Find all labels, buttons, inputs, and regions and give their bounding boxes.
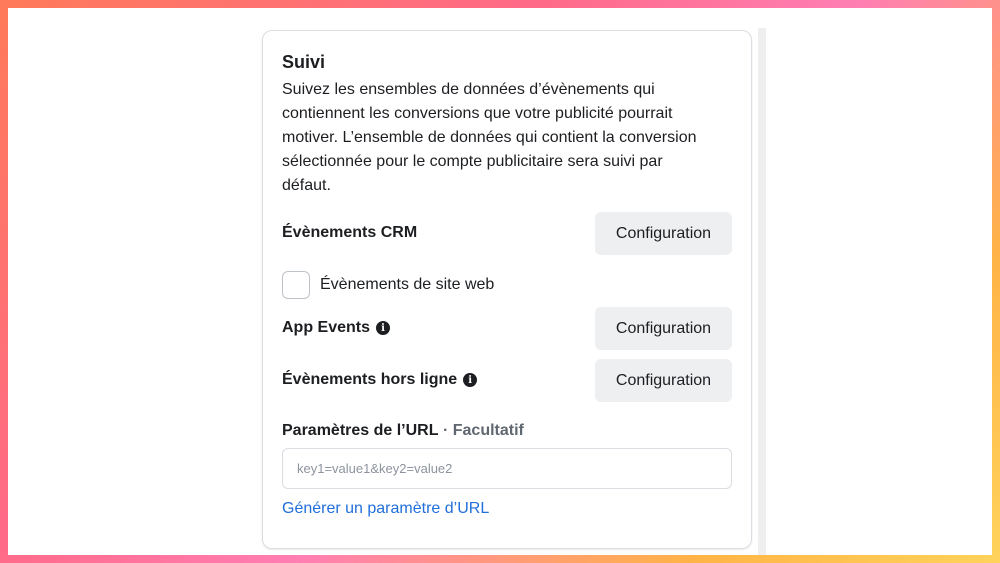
section-title: Suivi: [282, 52, 326, 72]
website-events-checkbox[interactable]: [282, 271, 310, 299]
crm-events-label-text: Évènements CRM: [282, 224, 418, 241]
app-events-label-text: App Events: [282, 319, 371, 336]
section-description: Suivez les ensembles de données d’évènem…: [282, 81, 697, 194]
generate-url-param-link[interactable]: Générer un paramètre d’URL: [282, 500, 489, 518]
page-background: Suivi Suivez les ensembles de données d’…: [8, 8, 992, 555]
offline-events-configuration-button[interactable]: Configuration: [595, 359, 732, 402]
scroll-track: [758, 28, 766, 555]
crm-configuration-button[interactable]: Configuration: [595, 212, 732, 255]
website-events-row[interactable]: Évènements de site web: [282, 271, 494, 299]
offline-events-label-text: Évènements hors ligne: [282, 371, 458, 388]
tracking-card: Suivi Suivez les ensembles de données d’…: [262, 30, 752, 549]
url-params-input[interactable]: [282, 448, 732, 489]
app-events-configuration-button[interactable]: Configuration: [595, 307, 732, 350]
offline-events-label: Évènements hors ligne i: [282, 371, 478, 389]
info-icon[interactable]: i: [463, 373, 478, 387]
crm-events-label: Évènements CRM: [282, 224, 417, 242]
info-icon[interactable]: i: [376, 321, 391, 335]
website-events-label: Évènements de site web: [320, 276, 495, 293]
url-params-label-text: Paramètres de l’URL: [282, 422, 439, 439]
app-events-label: App Events i: [282, 319, 391, 337]
optional-tag: · Facultatif: [442, 422, 524, 439]
url-params-label: Paramètres de l’URL · Facultatif: [282, 422, 524, 440]
